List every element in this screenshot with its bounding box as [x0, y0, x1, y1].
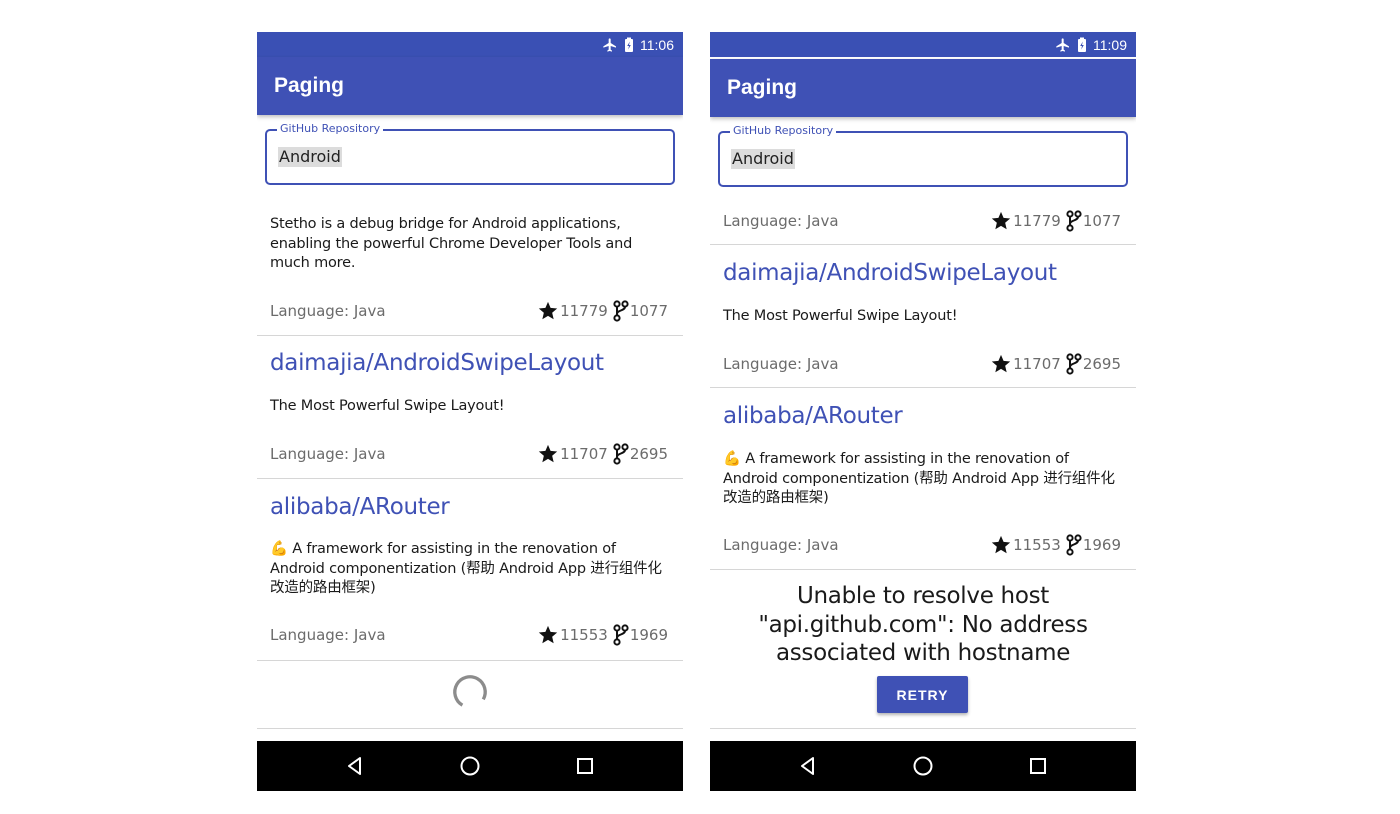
- fork-icon: [1066, 210, 1082, 232]
- repo-stats: 11779 1077: [537, 300, 672, 322]
- airplane-icon: [603, 37, 616, 52]
- repo-meta: Language: Java 11779 1077: [723, 210, 1125, 232]
- repo-list-item[interactable]: Stetho is a debug bridge for Android app…: [257, 202, 683, 336]
- error-footer: Unable to resolve host "api.github.com":…: [710, 570, 1136, 729]
- status-time: 11:09: [1093, 36, 1127, 53]
- star-icon: [538, 444, 558, 463]
- fork-count: 1969: [1082, 536, 1121, 554]
- recents-icon: [577, 758, 594, 774]
- star-icon: [991, 354, 1011, 373]
- battery-icon: [625, 37, 633, 52]
- fork-icon: [1066, 534, 1082, 556]
- search-label: GitHub Repository: [277, 122, 384, 135]
- repo-name-link[interactable]: alibaba/ARouter: [723, 403, 903, 429]
- fork-count: 1077: [1082, 212, 1121, 230]
- app-bar: Paging: [710, 59, 1136, 117]
- repo-stats: 11707 2695: [537, 443, 672, 465]
- star-count: 11779: [1013, 212, 1061, 230]
- repo-meta: Language: Java 11553 1969: [723, 534, 1125, 556]
- search-label: GitHub Repository: [730, 124, 837, 137]
- loading-spinner: [453, 675, 487, 709]
- star-icon: [991, 535, 1011, 554]
- search-input-value[interactable]: Android: [731, 149, 795, 169]
- repo-language: Language: Java: [270, 445, 386, 463]
- fork-icon: [1066, 353, 1082, 375]
- status-bar: 11:06: [257, 32, 683, 57]
- repo-meta: Language: Java 11707 2695: [270, 443, 672, 465]
- back-icon: [347, 757, 361, 775]
- star-icon: [538, 301, 558, 320]
- repo-description: Stetho is a debug bridge for Android app…: [270, 216, 633, 271]
- repo-list-item[interactable]: alibaba/ARouter 💪 A framework for assist…: [710, 388, 1136, 570]
- repo-meta: Language: Java 11707 2695: [723, 353, 1125, 375]
- back-icon: [800, 757, 814, 775]
- star-count: 11779: [560, 302, 608, 320]
- star-count: 11553: [560, 626, 608, 644]
- retry-button[interactable]: RETRY: [877, 676, 968, 713]
- repo-name-link[interactable]: daimajia/AndroidSwipeLayout: [723, 260, 1057, 286]
- loading-footer: [257, 661, 683, 729]
- navigation-bar: [257, 741, 683, 791]
- phone-screen-error: 11:09 Paging GitHub Repository Android L…: [710, 32, 1136, 791]
- search-field[interactable]: GitHub Repository Android: [265, 122, 675, 185]
- error-message: Unable to resolve host "api.github.com":…: [758, 583, 1088, 666]
- fork-icon: [613, 300, 629, 322]
- recents-button[interactable]: [555, 741, 615, 791]
- repo-description: 💪 A framework for assisting in the renov…: [723, 451, 1115, 506]
- search-field[interactable]: GitHub Repository Android: [718, 124, 1128, 187]
- back-button[interactable]: [778, 741, 838, 791]
- status-time: 11:06: [640, 36, 674, 53]
- fork-count: 1969: [629, 626, 668, 644]
- app-title: Paging: [727, 76, 798, 99]
- status-bar: 11:09: [710, 32, 1136, 57]
- repo-language: Language: Java: [723, 212, 839, 230]
- repo-description: The Most Powerful Swipe Layout!: [723, 308, 958, 324]
- back-button[interactable]: [325, 741, 385, 791]
- fork-icon: [613, 443, 629, 465]
- repo-language: Language: Java: [723, 536, 839, 554]
- repo-stats: 11553 1969: [537, 624, 672, 646]
- fork-count: 1077: [629, 302, 668, 320]
- repo-list-item[interactable]: alibaba/ARouter 💪 A framework for assist…: [257, 479, 683, 661]
- star-count: 11707: [560, 445, 608, 463]
- search-input-value[interactable]: Android: [278, 147, 342, 167]
- repo-meta: Language: Java 11553 1969: [270, 624, 672, 646]
- home-button[interactable]: [440, 741, 500, 791]
- navigation-bar: [710, 741, 1136, 791]
- repo-name-link[interactable]: daimajia/AndroidSwipeLayout: [270, 350, 604, 376]
- repo-description: The Most Powerful Swipe Layout!: [270, 398, 505, 414]
- fork-count: 2695: [1082, 355, 1121, 373]
- star-icon: [538, 625, 558, 644]
- star-count: 11707: [1013, 355, 1061, 373]
- repo-stats: 11553 1969: [990, 534, 1125, 556]
- fork-count: 2695: [629, 445, 668, 463]
- battery-icon: [1078, 37, 1086, 52]
- repo-list-item[interactable]: Language: Java 11779 1077: [710, 202, 1136, 245]
- app-title: Paging: [274, 74, 345, 97]
- repo-name-link[interactable]: alibaba/ARouter: [270, 494, 450, 520]
- repo-stats: 11779 1077: [990, 210, 1125, 232]
- home-icon: [913, 756, 933, 776]
- repo-list-item[interactable]: daimajia/AndroidSwipeLayout The Most Pow…: [257, 336, 683, 479]
- home-icon: [460, 756, 480, 776]
- repo-language: Language: Java: [270, 302, 386, 320]
- phone-screen-loading: 11:06 Paging GitHub Repository Android S…: [257, 32, 683, 791]
- repo-meta: Language: Java 11779 1077: [270, 300, 672, 322]
- app-bar: Paging: [257, 57, 683, 115]
- fork-icon: [613, 624, 629, 646]
- repo-language: Language: Java: [723, 355, 839, 373]
- recents-icon: [1030, 758, 1047, 774]
- star-icon: [991, 211, 1011, 230]
- repo-list-item[interactable]: daimajia/AndroidSwipeLayout The Most Pow…: [710, 245, 1136, 388]
- star-count: 11553: [1013, 536, 1061, 554]
- home-button[interactable]: [893, 741, 953, 791]
- recents-button[interactable]: [1008, 741, 1068, 791]
- repo-stats: 11707 2695: [990, 353, 1125, 375]
- repo-language: Language: Java: [270, 626, 386, 644]
- airplane-icon: [1056, 37, 1069, 52]
- repo-description: 💪 A framework for assisting in the renov…: [270, 541, 662, 596]
